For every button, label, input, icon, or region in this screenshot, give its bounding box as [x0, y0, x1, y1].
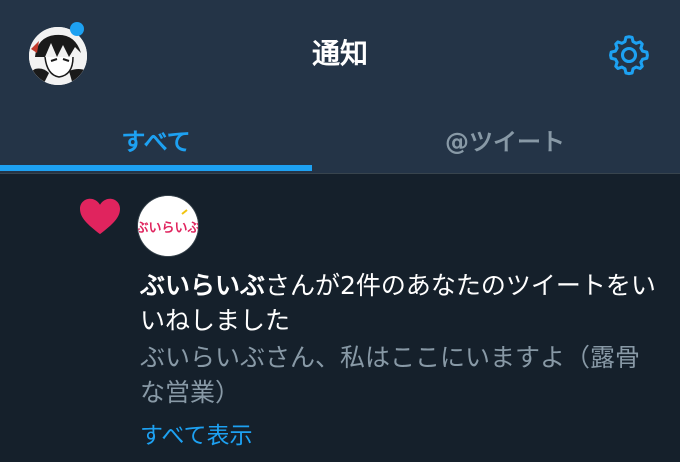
tweet-preview[interactable]: ぶいらいぶさん、私はここにいますよ（露骨な営業） — [140, 340, 660, 410]
actor-name[interactable]: ぶいらいぶ — [140, 271, 265, 300]
page-title: 通知 — [311, 37, 368, 70]
tab-mentions[interactable]: @ツイート — [330, 105, 680, 173]
actor-avatar[interactable]: ぶいらいぶ — [138, 196, 198, 256]
heart-icon — [78, 196, 122, 236]
notification-message: ぶいらいぶさんが2件のあなたのツイートをいいねしました — [140, 268, 660, 338]
actor-logo: ぶいらいぶ — [138, 221, 198, 236]
show-all-link[interactable]: すべて表示 — [140, 416, 252, 450]
active-tab-indicator — [0, 165, 312, 171]
settings-gear-icon[interactable] — [606, 32, 652, 78]
tab-all[interactable]: すべて — [0, 105, 312, 173]
notification-tabs: すべて @ツイート — [0, 105, 680, 174]
top-bar: 通知 — [0, 0, 680, 105]
